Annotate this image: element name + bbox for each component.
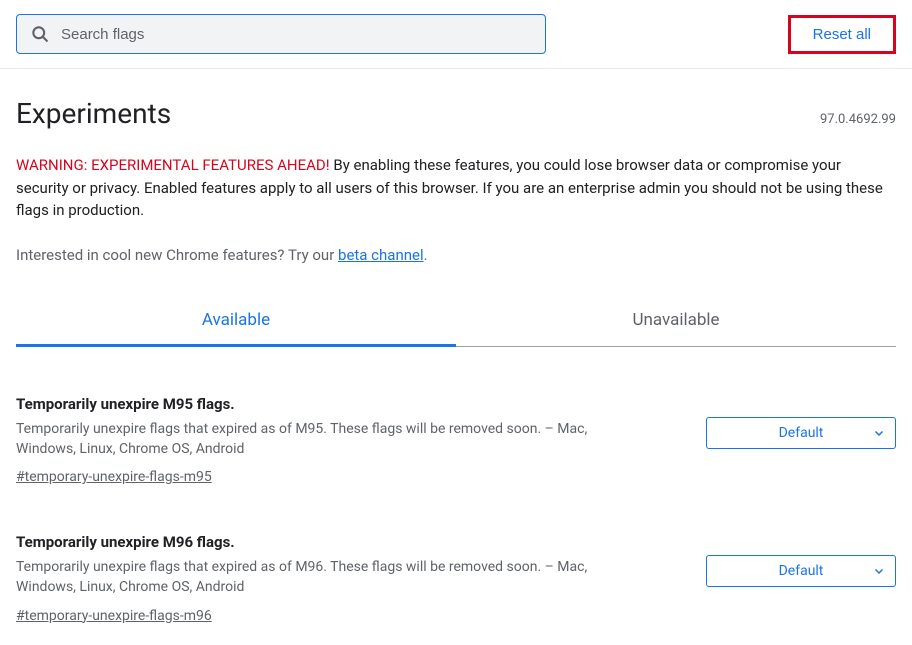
- flag-description: Temporarily unexpire flags that expired …: [16, 419, 636, 460]
- flag-text: Temporarily unexpire M95 flags. Temporar…: [16, 395, 682, 486]
- interest-suffix: .: [424, 246, 428, 264]
- search-icon: [30, 24, 50, 44]
- tab-unavailable[interactable]: Unavailable: [456, 296, 896, 346]
- tabs: Available Unavailable: [16, 296, 896, 347]
- warning-text: WARNING: EXPERIMENTAL FEATURES AHEAD! By…: [16, 154, 896, 222]
- flag-item: Temporarily unexpire M95 flags. Temporar…: [16, 395, 896, 486]
- search-wrapper: [16, 14, 546, 54]
- flag-state-select[interactable]: Default: [706, 555, 896, 587]
- top-bar: Reset all: [0, 0, 912, 69]
- beta-channel-link[interactable]: beta channel: [338, 246, 424, 264]
- chevron-down-icon: [873, 427, 885, 439]
- flag-anchor-link[interactable]: #temporary-unexpire-flags-m96: [16, 608, 212, 624]
- flag-title: Temporarily unexpire M95 flags.: [16, 395, 682, 413]
- version-label: 97.0.4692.99: [820, 112, 896, 127]
- chevron-down-icon: [873, 565, 885, 577]
- flag-text: Temporarily unexpire M96 flags. Temporar…: [16, 533, 682, 624]
- search-input[interactable]: [16, 14, 546, 54]
- flag-title: Temporarily unexpire M96 flags.: [16, 533, 682, 551]
- tab-available[interactable]: Available: [16, 296, 456, 347]
- warning-label: WARNING: EXPERIMENTAL FEATURES AHEAD!: [16, 156, 330, 174]
- flag-item: Temporarily unexpire M96 flags. Temporar…: [16, 533, 896, 624]
- title-row: Experiments 97.0.4692.99: [16, 97, 896, 130]
- interest-text: Interested in cool new Chrome features? …: [16, 246, 896, 264]
- content: Experiments 97.0.4692.99 WARNING: EXPERI…: [0, 69, 912, 624]
- reset-all-button[interactable]: Reset all: [788, 15, 896, 54]
- flag-select-value: Default: [779, 425, 824, 441]
- page-title: Experiments: [16, 97, 171, 130]
- interest-prefix: Interested in cool new Chrome features? …: [16, 246, 338, 264]
- flag-description: Temporarily unexpire flags that expired …: [16, 557, 636, 598]
- flag-state-select[interactable]: Default: [706, 417, 896, 449]
- flag-anchor-link[interactable]: #temporary-unexpire-flags-m95: [16, 469, 212, 485]
- flag-select-value: Default: [779, 563, 824, 579]
